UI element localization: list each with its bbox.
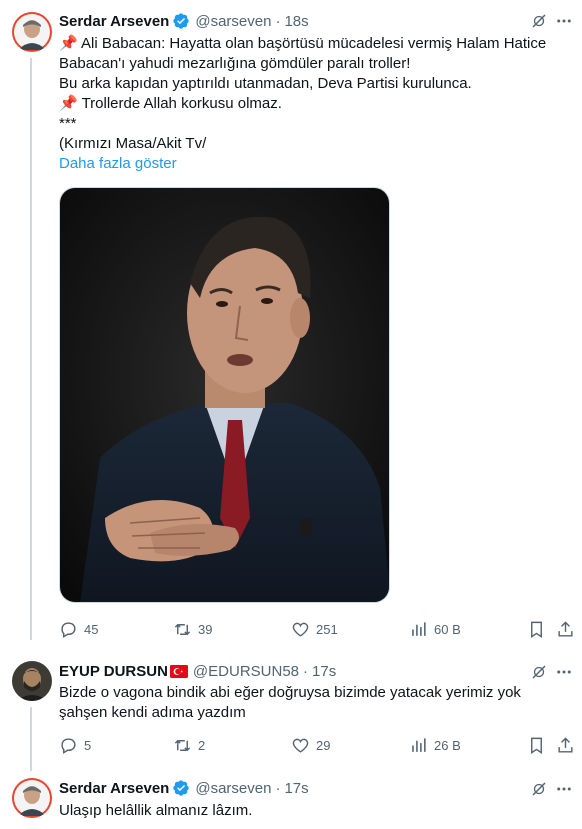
reply-icon <box>61 738 76 754</box>
author-handle[interactable]: @sarseven <box>195 780 271 797</box>
tweet-header: Serdar Arseven @sarseven · 18s <box>59 11 309 31</box>
retweet-button[interactable]: 2 <box>173 736 205 755</box>
separator-dot: · <box>275 12 281 30</box>
avatar-serdar-arseven[interactable] <box>12 12 52 52</box>
thread-line <box>30 58 32 640</box>
reply-icon <box>61 622 76 638</box>
views-button[interactable]: 26 B <box>409 736 461 755</box>
verified-badge-icon <box>173 780 190 796</box>
tweet-header: Serdar Arseven @sarseven · 17s <box>59 778 309 798</box>
tweet-2[interactable]: EYUP DURSUN @EDURSUN58 · 17s Bizde o vag… <box>0 661 582 771</box>
timestamp[interactable]: 18s <box>284 13 308 30</box>
avatar-eyup-dursun[interactable] <box>12 661 52 701</box>
tweet-text: Bizde o vagona bindik abi eğer doğruysa … <box>59 684 521 721</box>
tweet-text: 📌 Ali Babacan: Hayatta olan başörtüsü mü… <box>59 35 547 152</box>
tweet-3[interactable]: Serdar Arseven @sarseven · 17s Ulaşıp he… <box>0 778 582 829</box>
tweet-actions: 5 2 29 26 B <box>59 736 575 756</box>
thread-line <box>30 707 32 771</box>
retweet-icon <box>174 739 191 752</box>
separator-dot: · <box>303 662 309 680</box>
like-count: 29 <box>316 738 331 753</box>
show-more-link[interactable]: Daha fazla göster <box>59 155 177 172</box>
separator-dot: · <box>275 779 281 797</box>
like-icon <box>292 738 309 753</box>
author-name[interactable]: EYUP DURSUN <box>59 663 168 680</box>
views-icon <box>412 622 426 636</box>
views-count: 26 B <box>434 738 461 753</box>
tweet-actions: 45 39 251 60 B <box>59 620 575 640</box>
retweet-icon <box>174 623 191 636</box>
more-icon[interactable] <box>554 12 574 30</box>
tweet-image[interactable] <box>59 187 390 603</box>
avatar-serdar-arseven[interactable] <box>12 778 52 818</box>
retweet-count: 2 <box>198 738 206 753</box>
reply-count: 45 <box>84 622 99 637</box>
more-icon[interactable] <box>554 780 574 798</box>
timestamp[interactable]: 17s <box>284 780 308 797</box>
like-button[interactable]: 29 <box>291 736 330 755</box>
like-count: 251 <box>316 622 338 637</box>
retweet-count: 39 <box>198 622 213 637</box>
turkey-flag-icon <box>169 664 188 678</box>
reply-button[interactable]: 5 <box>59 736 91 755</box>
verified-badge-icon <box>173 13 190 29</box>
tweet-header: EYUP DURSUN @EDURSUN58 · 17s <box>59 661 336 681</box>
reply-count: 5 <box>84 738 92 753</box>
share-icon[interactable] <box>556 620 575 639</box>
like-button[interactable]: 251 <box>291 620 338 639</box>
tweet-text: Ulaşıp helâllik almanız lâzım. <box>59 802 253 819</box>
tweet-1[interactable]: Serdar Arseven @sarseven · 18s 📌 Ali Bab… <box>0 10 582 640</box>
retweet-button[interactable]: 39 <box>173 620 212 639</box>
timestamp[interactable]: 17s <box>312 663 336 680</box>
author-handle[interactable]: @sarseven <box>195 13 271 30</box>
views-count: 60 B <box>434 622 461 637</box>
grok-icon[interactable] <box>530 663 548 681</box>
like-icon <box>292 622 309 637</box>
bookmark-icon[interactable] <box>527 620 546 639</box>
grok-icon[interactable] <box>530 12 548 30</box>
grok-icon[interactable] <box>530 780 548 798</box>
views-button[interactable]: 60 B <box>409 620 461 639</box>
author-name[interactable]: Serdar Arseven <box>59 780 169 797</box>
reply-button[interactable]: 45 <box>59 620 98 639</box>
author-handle[interactable]: @EDURSUN58 <box>193 663 299 680</box>
author-name[interactable]: Serdar Arseven <box>59 13 169 30</box>
bookmark-icon[interactable] <box>527 736 546 755</box>
share-icon[interactable] <box>556 736 575 755</box>
views-icon <box>412 738 426 752</box>
more-icon[interactable] <box>554 663 574 681</box>
